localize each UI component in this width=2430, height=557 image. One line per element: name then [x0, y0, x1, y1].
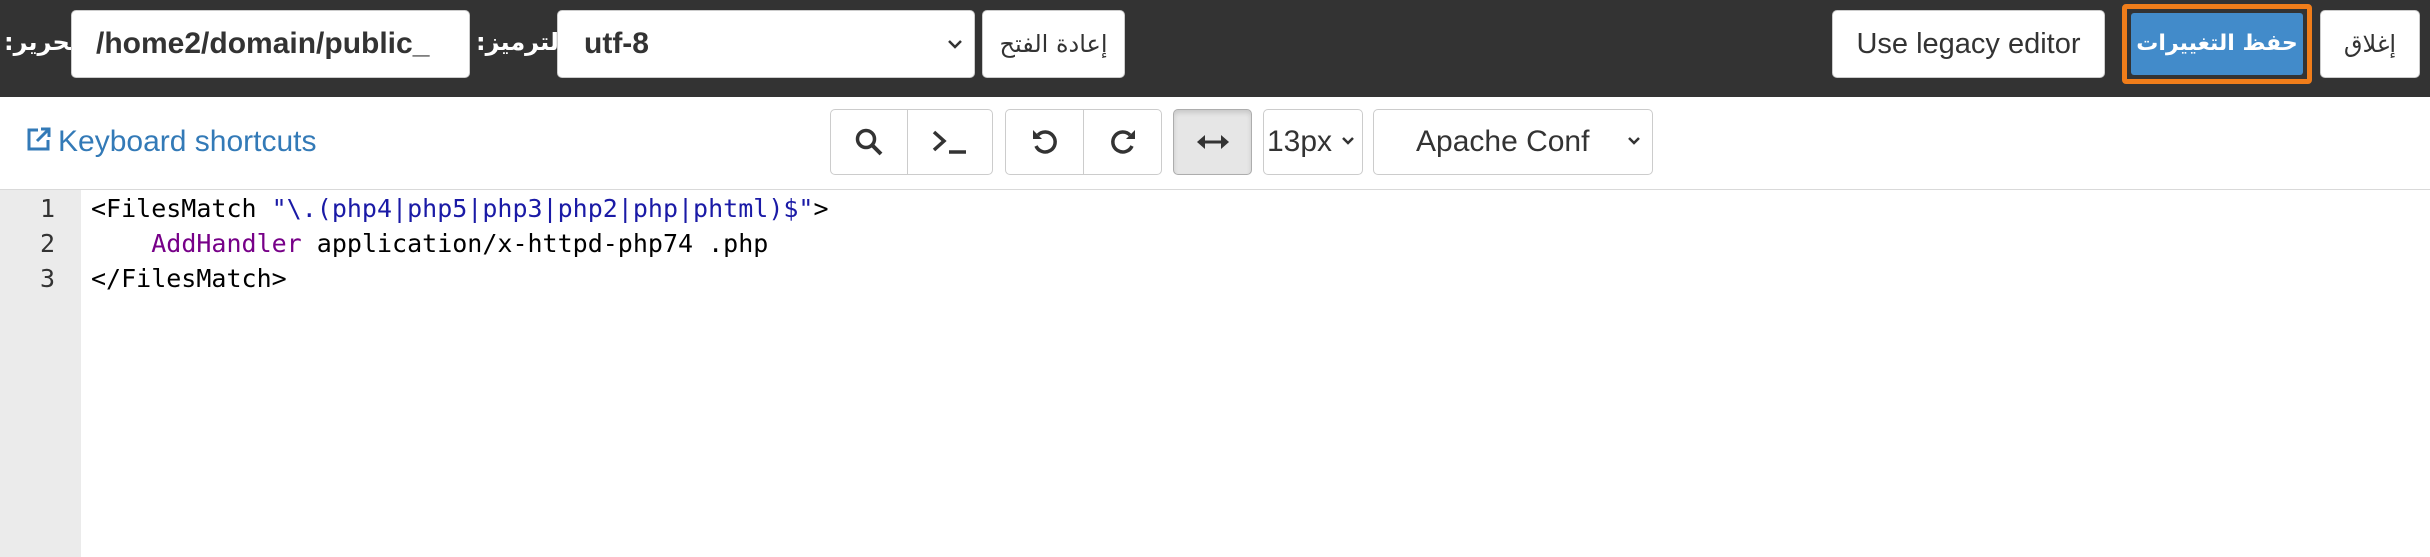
encoding-value: utf-8 — [584, 27, 649, 60]
edit-label: تحرير: — [4, 28, 79, 56]
redo-icon — [1110, 130, 1135, 154]
syntax-mode-value: Apache Conf — [1416, 125, 1590, 158]
code-token: application/x-httpd-php74 .php — [301, 229, 769, 258]
chevron-down-icon — [1342, 137, 1354, 145]
syntax-mode-select[interactable]: Apache Conf — [1373, 109, 1653, 175]
toggle-word-wrap-button[interactable] — [1173, 109, 1252, 175]
line-number: 1 — [39, 194, 55, 223]
search-icon — [855, 128, 883, 156]
save-changes-button[interactable]: حفظ التغييرات — [2131, 13, 2303, 75]
redo-button[interactable] — [1083, 109, 1162, 175]
use-legacy-editor-button[interactable]: Use legacy editor — [1832, 10, 2105, 78]
reopen-button[interactable]: إعادة الفتح — [982, 10, 1125, 78]
line-number-gutter: 1 2 3 — [0, 190, 81, 557]
command-line-button[interactable] — [907, 109, 993, 175]
encoding-select[interactable]: utf-8 — [557, 10, 975, 78]
save-button-highlight: حفظ التغييرات — [2122, 4, 2312, 84]
file-path-field[interactable]: /home2/domain/public_ — [71, 10, 470, 78]
font-size-value: 13px — [1267, 125, 1333, 158]
editor-header-bar: تحرير: /home2/domain/public_ الترميز: ut… — [0, 0, 2430, 97]
font-size-select[interactable]: 13px — [1263, 109, 1363, 175]
external-link-icon — [27, 127, 51, 151]
wrap-arrows-icon — [1196, 135, 1229, 149]
keyword-token: AddHandler — [151, 229, 302, 258]
code-token: > — [813, 194, 829, 223]
string-token: "\.(php4|php5|php3|php2|php|phtml)$" — [271, 194, 814, 223]
line-number: 3 — [39, 264, 55, 293]
close-button[interactable]: إغلاق — [2320, 10, 2420, 78]
code-line[interactable]: </FilesMatch> — [91, 264, 287, 293]
code-token: <FilesMatch — [91, 194, 272, 223]
undo-icon — [1032, 130, 1057, 154]
search-button[interactable] — [830, 109, 908, 175]
code-line[interactable]: AddHandler application/x-httpd-php74 .ph… — [91, 229, 768, 258]
encoding-label: الترميز: — [476, 28, 568, 56]
keyboard-shortcuts-link[interactable]: Keyboard shortcuts — [24, 125, 316, 159]
undo-button[interactable] — [1005, 109, 1084, 175]
terminal-icon — [932, 130, 966, 154]
code-editor[interactable]: 1 2 3 <FilesMatch "\.(php4|php5|php3|php… — [0, 189, 2430, 557]
line-number: 2 — [39, 229, 55, 258]
chevron-down-icon — [948, 40, 962, 49]
code-token: </FilesMatch> — [91, 264, 287, 293]
chevron-down-icon — [1628, 137, 1640, 145]
code-line[interactable]: <FilesMatch "\.(php4|php5|php3|php2|php|… — [91, 194, 829, 223]
keyboard-shortcuts-label: Keyboard shortcuts — [58, 125, 317, 158]
editor-toolbar: Keyboard shortcuts 13px Apache Conf — [0, 97, 2430, 188]
